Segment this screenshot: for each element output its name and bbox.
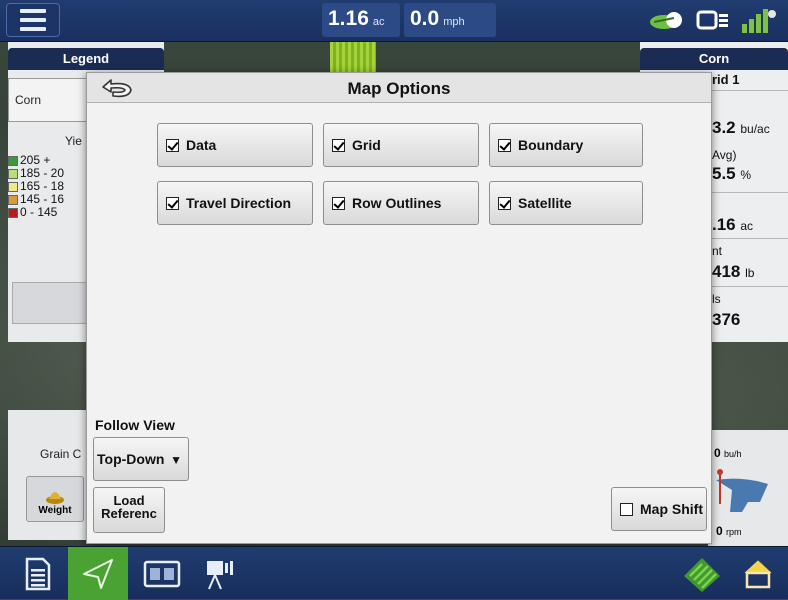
load-reference-button[interactable]: Load Referenc <box>93 487 165 533</box>
boundary-option-button[interactable]: Boundary <box>489 123 643 167</box>
satellite-checkbox[interactable] <box>498 196 511 210</box>
summary-subheader: rid 1 <box>712 72 740 87</box>
legend-title: Yie <box>65 134 82 148</box>
rpm-value: 0 rpm <box>716 524 742 538</box>
grid-checkbox[interactable] <box>332 138 345 152</box>
travel-direction-option-button[interactable]: Travel Direction <box>157 181 313 225</box>
data-option-button[interactable]: Data <box>157 123 313 167</box>
nav-split-screen-button[interactable] <box>132 547 192 600</box>
summary-header: Corn <box>640 48 788 70</box>
legend-swatch <box>8 155 18 166</box>
grid-option-button[interactable]: Grid <box>323 123 479 167</box>
gps-signal-icon[interactable] <box>738 6 778 36</box>
avg-label: Avg) <box>712 148 737 162</box>
display-status-icon[interactable] <box>696 8 730 34</box>
nav-document-button[interactable] <box>8 547 68 600</box>
legend-swatch <box>8 181 18 192</box>
bottom-navigation-bar <box>0 546 788 600</box>
area-value: .16 ac <box>712 215 754 234</box>
field-icon <box>684 557 720 592</box>
weight-icon <box>46 492 64 504</box>
satellite-option-button[interactable]: Satellite <box>489 181 643 225</box>
camera-icon <box>207 560 233 589</box>
legend-header: Legend <box>8 48 164 70</box>
crop-status-icon[interactable] <box>648 8 688 34</box>
nav-home-button[interactable] <box>728 547 788 600</box>
weight-button[interactable]: Weight <box>26 476 84 522</box>
count-label: ls <box>712 292 721 306</box>
document-icon <box>25 557 51 590</box>
nav-camera-button[interactable] <box>190 547 250 600</box>
legend-item: 0 - 145 <box>8 206 64 219</box>
dropdown-arrow-icon: ▼ <box>170 453 182 467</box>
legend-list: 205 + 185 - 20 165 - 18 145 - 16 0 - 145 <box>8 154 64 219</box>
row-outlines-checkbox[interactable] <box>332 196 345 210</box>
status-icons <box>648 6 778 36</box>
split-screen-icon <box>143 560 181 587</box>
navigation-arrow-icon <box>83 558 113 589</box>
area-readout: 1.16 ac <box>322 3 400 37</box>
weight-value: 418 lb <box>712 262 755 281</box>
dialog-titlebar: Map Options <box>87 73 711 103</box>
hamburger-icon <box>20 9 46 13</box>
travel-direction-checkbox[interactable] <box>166 196 179 210</box>
menu-button[interactable] <box>6 3 60 37</box>
dialog-title: Map Options <box>347 79 451 98</box>
map-options-dialog: Map Options Data Grid Boundary Travel Di… <box>86 72 712 544</box>
weight-label: nt <box>712 244 723 258</box>
top-status-bar: 1.16 ac 0.0 mph <box>0 0 788 42</box>
map-shift-checkbox[interactable] <box>620 502 633 516</box>
boundary-checkbox[interactable] <box>498 138 511 152</box>
back-arrow-icon[interactable] <box>95 77 139 101</box>
follow-view-label: Follow View <box>95 417 175 433</box>
speed-readout: 0.0 mph <box>404 3 496 37</box>
home-icon <box>744 559 772 588</box>
flow-gauge-icon <box>716 469 768 512</box>
legend-crop-dropdown[interactable]: Corn <box>8 78 88 122</box>
data-checkbox[interactable] <box>166 138 179 152</box>
map-shift-button[interactable]: Map Shift <box>611 487 707 531</box>
legend-swatch <box>8 194 18 205</box>
nav-field-button[interactable] <box>672 547 732 600</box>
follow-view-dropdown[interactable]: Top-Down ▼ <box>93 437 189 481</box>
grain-label: Grain C <box>40 447 82 461</box>
legend-swatch <box>8 207 18 218</box>
nav-map-button[interactable] <box>68 547 128 600</box>
yield-value: 3.2 bu/ac <box>712 118 770 137</box>
moisture-value: 5.5 % <box>712 164 752 183</box>
legend-undo-button[interactable] <box>12 282 92 324</box>
row-outlines-option-button[interactable]: Row Outlines <box>323 181 479 225</box>
legend-swatch <box>8 168 18 179</box>
flow-value: 0 bu/h <box>714 446 742 460</box>
count-value: 376 <box>712 310 741 329</box>
